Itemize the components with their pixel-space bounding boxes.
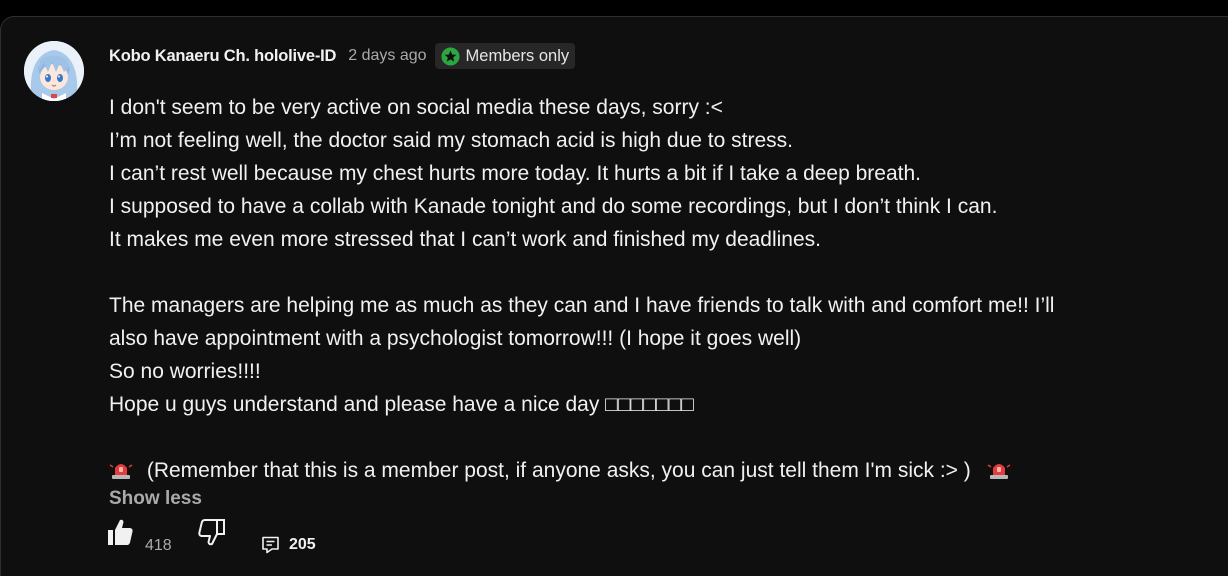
thumbs-up-icon xyxy=(108,519,133,545)
dislike-button[interactable] xyxy=(195,517,227,547)
body-line: The managers are helping me as much as t… xyxy=(109,294,1055,317)
badge-label: Members only xyxy=(465,46,570,65)
body-line: also have appointment with a psychologis… xyxy=(109,327,802,350)
body-line: Hope u guys understand and please have a… xyxy=(109,393,694,416)
police-light-icon xyxy=(987,464,1011,479)
comments-button[interactable]: 205 xyxy=(261,536,316,554)
post-card: Kobo Kanaeru Ch. hololive-ID 2 days ago … xyxy=(0,16,1228,576)
body-line: I’m not feeling well, the doctor said my… xyxy=(109,129,793,152)
like-button[interactable] xyxy=(105,517,135,547)
body-line: It makes me even more stressed that I ca… xyxy=(109,228,822,251)
show-less-button[interactable]: Show less xyxy=(109,488,202,510)
avatar[interactable] xyxy=(24,41,84,101)
body-line: So no worries!!!! xyxy=(109,360,261,383)
body-line: I can’t rest well because my chest hurts… xyxy=(109,162,922,185)
comment-icon xyxy=(262,536,279,554)
comment-count: 205 xyxy=(289,536,316,553)
post-body: I don't seem to be very active on social… xyxy=(109,91,1219,487)
thumbs-down-icon xyxy=(198,519,225,546)
body-line: I don't seem to be very active on social… xyxy=(109,96,723,119)
police-light-icon xyxy=(109,464,133,479)
members-star-icon xyxy=(441,46,460,66)
body-line-reminder: (Remember that this is a member post, if… xyxy=(109,454,1219,487)
members-only-badge: Members only xyxy=(434,43,576,69)
reminder-text: (Remember that this is a member post, if… xyxy=(146,459,971,482)
post-header: Kobo Kanaeru Ch. hololive-ID 2 days ago … xyxy=(109,43,576,69)
like-count: 418 xyxy=(145,537,172,554)
author-name[interactable]: Kobo Kanaeru Ch. hololive-ID xyxy=(109,47,336,66)
avatar-image xyxy=(24,41,84,101)
body-line: I supposed to have a collab with Kanade … xyxy=(109,195,998,218)
post-timestamp[interactable]: 2 days ago xyxy=(348,47,426,65)
